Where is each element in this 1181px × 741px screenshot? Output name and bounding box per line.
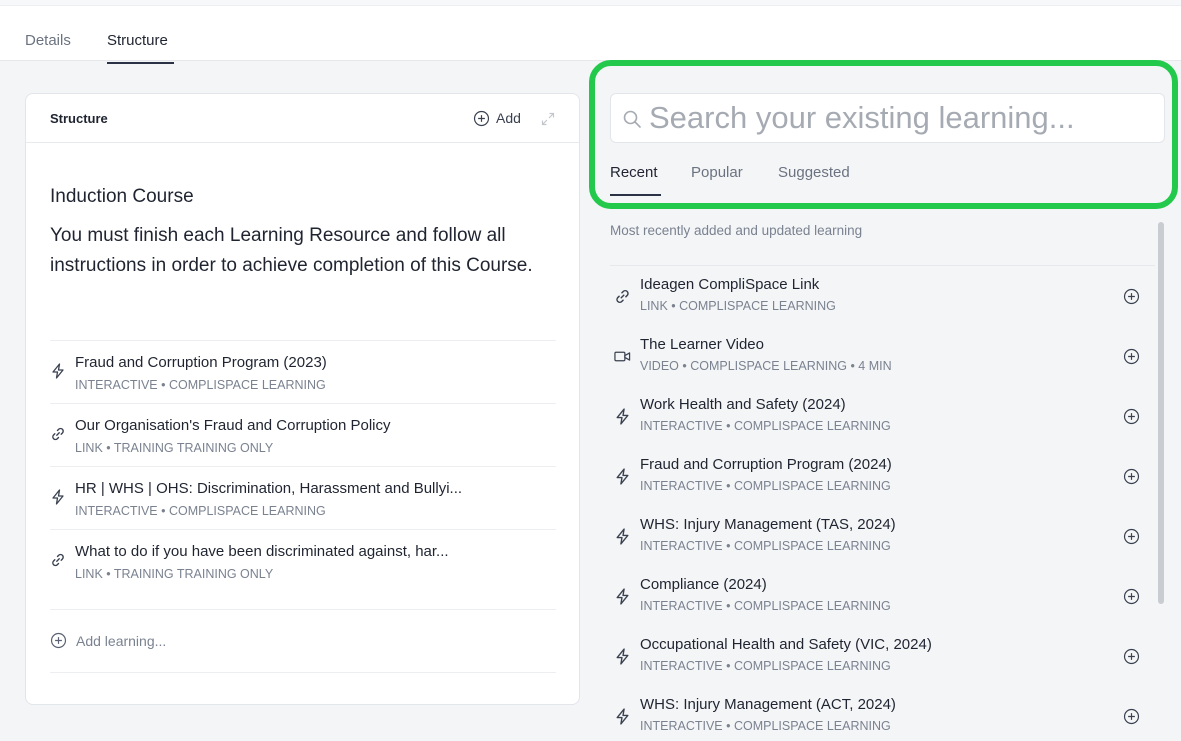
scrollbar[interactable] [1158, 222, 1164, 604]
learning-item[interactable]: Fraud and Corruption Program (2024) INTE… [610, 446, 1155, 506]
plus-circle-icon[interactable] [1123, 588, 1140, 605]
learning-item-subtitle: INTERACTIVE • COMPLISPACE LEARNING [640, 419, 891, 433]
divider [50, 672, 556, 673]
lightning-icon [616, 408, 629, 425]
plus-circle-icon [50, 632, 67, 649]
learning-item-title: WHS: Injury Management (TAS, 2024) [640, 516, 896, 533]
structure-item-subtitle: INTERACTIVE • COMPLISPACE LEARNING [75, 378, 326, 392]
course-description: You must finish each Learning Resource a… [50, 225, 533, 276]
recent-learning-list: Ideagen CompliSpace Link LINK • COMPLISP… [610, 266, 1155, 741]
link-icon [52, 427, 64, 441]
page-header: Details Structure [0, 6, 1181, 64]
add-learning-button[interactable]: Add learning... [50, 632, 166, 649]
plus-circle-icon[interactable] [1123, 408, 1140, 425]
tab-details[interactable]: Details [25, 32, 71, 49]
learning-item[interactable]: WHS: Injury Management (TAS, 2024) INTER… [610, 506, 1155, 566]
learning-item-title: Fraud and Corruption Program (2024) [640, 456, 892, 473]
structure-item-list: Fraud and Corruption Program (2023) INTE… [50, 340, 556, 592]
plus-circle-icon[interactable] [1123, 288, 1140, 305]
learning-item-title: Ideagen CompliSpace Link [640, 276, 820, 293]
learning-item-title: The Learner Video [640, 336, 764, 353]
structure-item-title: What to do if you have been discriminate… [75, 543, 449, 560]
learning-item-subtitle: INTERACTIVE • COMPLISPACE LEARNING [640, 479, 891, 493]
learning-item[interactable]: The Learner Video VIDEO • COMPLISPACE LE… [610, 326, 1155, 386]
lightning-icon [616, 528, 629, 545]
course-title: Induction Course [50, 186, 194, 207]
learning-item-subtitle: VIDEO • COMPLISPACE LEARNING • 4 MIN [640, 359, 892, 373]
learning-item-subtitle: LINK • COMPLISPACE LEARNING [640, 299, 836, 313]
learning-item[interactable]: Work Health and Safety (2024) INTERACTIV… [610, 386, 1155, 446]
plus-circle-icon[interactable] [1123, 468, 1140, 485]
learning-item-title: Occupational Health and Safety (VIC, 202… [640, 636, 932, 653]
learning-item-subtitle: INTERACTIVE • COMPLISPACE LEARNING [640, 539, 891, 553]
divider [50, 609, 556, 610]
tab-structure[interactable]: Structure [107, 32, 168, 49]
add-button-label: Add [496, 110, 521, 126]
learning-item-title: Compliance (2024) [640, 576, 767, 593]
lightning-icon [616, 588, 629, 605]
structure-item-title: Fraud and Corruption Program (2023) [75, 354, 327, 371]
structure-item-subtitle: LINK • TRAINING TRAINING ONLY [75, 441, 274, 455]
highlight-box [589, 60, 1178, 209]
structure-item[interactable]: What to do if you have been discriminate… [50, 529, 556, 592]
structure-item-subtitle: INTERACTIVE • COMPLISPACE LEARNING [75, 504, 326, 518]
plus-circle-icon[interactable] [1123, 348, 1140, 365]
plus-circle-icon[interactable] [1123, 648, 1140, 665]
plus-circle-icon[interactable] [1123, 708, 1140, 725]
learning-item[interactable]: Ideagen CompliSpace Link LINK • COMPLISP… [610, 266, 1155, 326]
add-button[interactable]: Add [473, 108, 521, 128]
lightning-icon [616, 708, 629, 725]
link-icon [52, 553, 64, 567]
link-icon [616, 289, 629, 304]
lightning-icon [52, 363, 64, 379]
add-learning-label: Add learning... [76, 632, 167, 649]
structure-item-subtitle: LINK • TRAINING TRAINING ONLY [75, 567, 274, 581]
learning-item-title: WHS: Injury Management (ACT, 2024) [640, 696, 896, 713]
learning-item-subtitle: INTERACTIVE • COMPLISPACE LEARNING [640, 719, 891, 733]
expand-icon[interactable] [540, 111, 556, 127]
structure-item[interactable]: HR | WHS | OHS: Discrimination, Harassme… [50, 466, 556, 529]
structure-item[interactable]: Our Organisation's Fraud and Corruption … [50, 403, 556, 466]
video-icon [614, 351, 631, 362]
learning-item-subtitle: INTERACTIVE • COMPLISPACE LEARNING [640, 659, 891, 673]
active-tab-indicator [107, 62, 174, 64]
structure-card-header: Structure Add [26, 94, 579, 143]
plus-circle-icon[interactable] [1123, 528, 1140, 545]
learning-item-title: Work Health and Safety (2024) [640, 396, 846, 413]
learning-item-subtitle: INTERACTIVE • COMPLISPACE LEARNING [640, 599, 891, 613]
structure-card-title: Structure [50, 111, 108, 126]
learning-item[interactable]: Compliance (2024) INTERACTIVE • COMPLISP… [610, 566, 1155, 626]
learning-item[interactable]: Occupational Health and Safety (VIC, 202… [610, 626, 1155, 686]
lightning-icon [52, 489, 64, 505]
lightning-icon [616, 468, 629, 485]
learning-item[interactable]: WHS: Injury Management (ACT, 2024) INTER… [610, 686, 1155, 741]
lightning-icon [616, 648, 629, 665]
recent-caption: Most recently added and updated learning [610, 223, 863, 238]
plus-circle-icon [473, 110, 490, 126]
structure-item[interactable]: Fraud and Corruption Program (2023) INTE… [50, 340, 556, 403]
structure-item-title: HR | WHS | OHS: Discrimination, Harassme… [75, 480, 463, 497]
structure-item-title: Our Organisation's Fraud and Corruption … [75, 417, 391, 434]
